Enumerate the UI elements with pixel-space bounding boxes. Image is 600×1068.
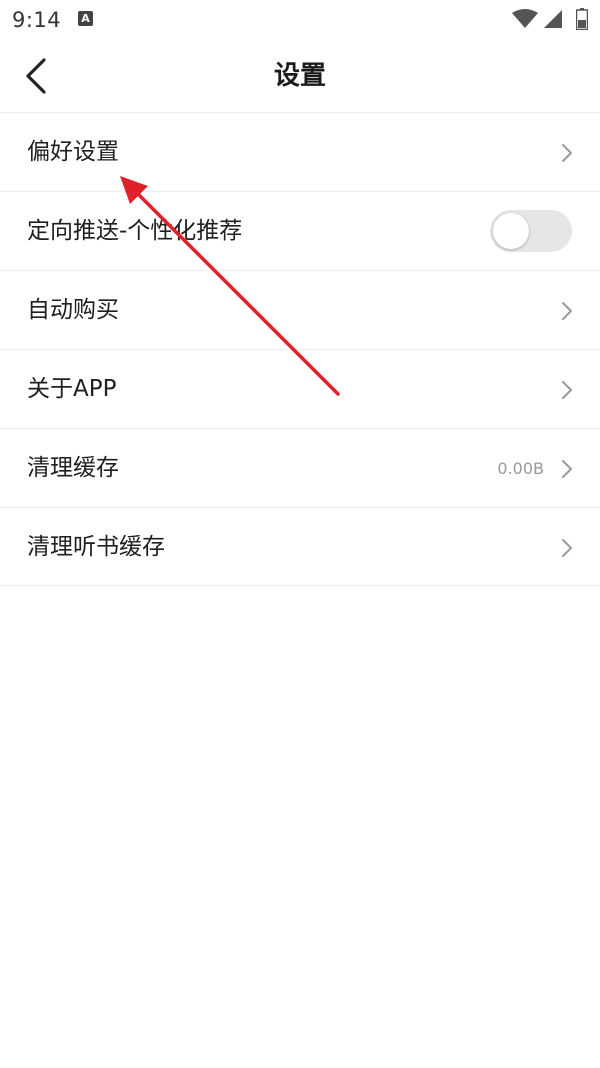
row-label: 清理听书缓存 xyxy=(27,534,165,560)
settings-list: 偏好设置 定向推送-个性化推荐 自动购买 关于APP 清理缓存 0.00B 清理… xyxy=(0,112,600,586)
row-label: 偏好设置 xyxy=(27,139,119,165)
personalized-push-toggle[interactable] xyxy=(490,210,572,252)
settings-row-about-app[interactable]: 关于APP xyxy=(0,349,600,428)
chevron-right-icon xyxy=(562,460,572,478)
wifi-icon xyxy=(512,9,538,28)
settings-screen: 9:14 A 设置 偏好设置 定向推送-个性化推荐 自动购买 关于APP 清理缓… xyxy=(0,0,600,1068)
signal-icon xyxy=(544,10,562,28)
settings-row-personalized-push: 定向推送-个性化推荐 xyxy=(0,191,600,270)
chevron-right-icon xyxy=(562,302,572,320)
chevron-right-icon xyxy=(562,381,572,399)
chevron-right-icon xyxy=(562,144,572,162)
row-label: 清理缓存 xyxy=(27,455,119,481)
chevron-right-icon xyxy=(562,539,572,557)
settings-row-clear-audiobook-cache[interactable]: 清理听书缓存 xyxy=(0,507,600,586)
cache-size-value: 0.00B xyxy=(497,459,544,478)
row-label: 关于APP xyxy=(27,376,117,402)
battery-icon xyxy=(576,8,588,30)
app-notification-icon: A xyxy=(78,11,93,26)
settings-row-auto-purchase[interactable]: 自动购买 xyxy=(0,270,600,349)
app-notification-icon-letter: A xyxy=(81,12,90,25)
settings-row-preferences[interactable]: 偏好设置 xyxy=(0,112,600,191)
row-label: 定向推送-个性化推荐 xyxy=(27,218,243,244)
page-title: 设置 xyxy=(273,61,326,91)
status-time: 9:14 xyxy=(12,8,62,32)
back-button[interactable] xyxy=(16,54,60,98)
header: 设置 xyxy=(0,40,600,112)
status-bar: 9:14 A xyxy=(0,0,600,40)
row-label: 自动购买 xyxy=(27,297,119,323)
settings-row-clear-cache[interactable]: 清理缓存 0.00B xyxy=(0,428,600,507)
back-arrow-icon xyxy=(26,58,46,94)
toggle-knob xyxy=(493,213,529,249)
